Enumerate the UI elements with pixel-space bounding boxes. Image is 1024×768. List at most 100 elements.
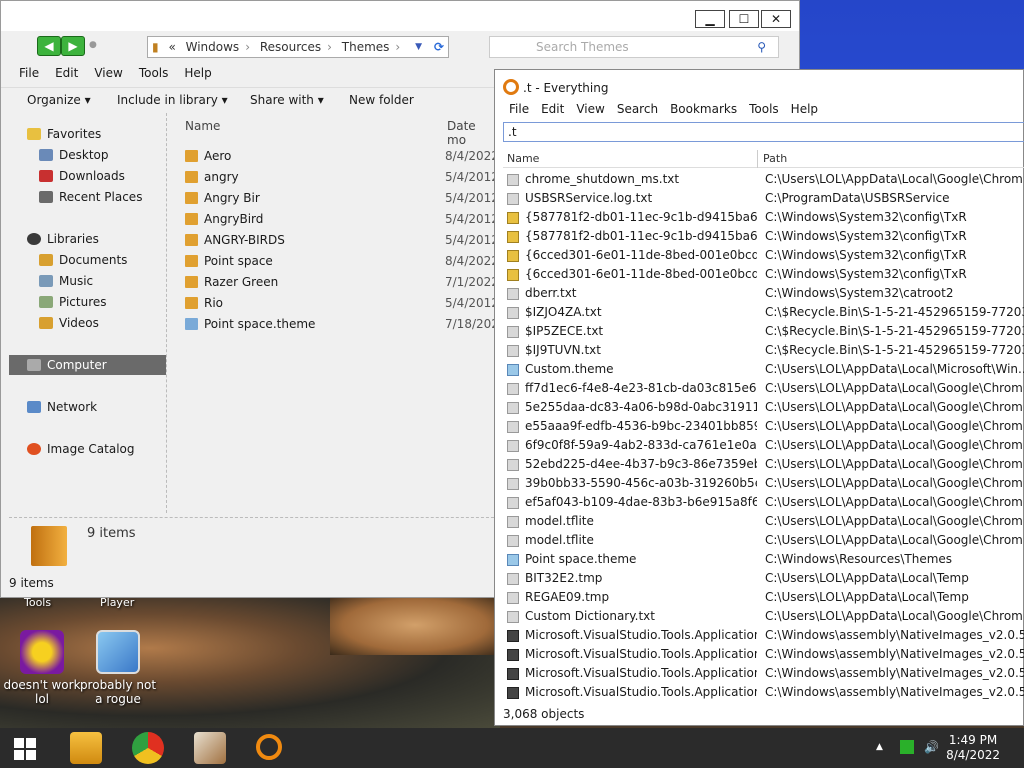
result-row[interactable]: REGAE09.tmp C:\Users\LOL\AppData\Local\Te…: [503, 588, 1024, 607]
nav-network[interactable]: Network: [27, 397, 97, 417]
result-row[interactable]: $IP5ZECE.txt C:\$Recycle.Bin\S-1-5-21-452…: [503, 322, 1024, 341]
result-row[interactable]: {587781f2-db01-11ec-9c1b-d9415ba60566}..…: [503, 227, 1024, 246]
nav-documents[interactable]: Documents: [39, 250, 127, 270]
nav-music[interactable]: Music: [39, 271, 93, 291]
menu-edit[interactable]: Edit: [47, 64, 86, 82]
search-input[interactable]: .t: [503, 122, 1024, 142]
minimize-button[interactable]: ▁: [695, 10, 725, 28]
maximize-button[interactable]: ☐: [729, 10, 759, 28]
nav-image-catalog[interactable]: Image Catalog: [27, 439, 134, 459]
menu-help[interactable]: Help: [785, 102, 824, 116]
forward-button[interactable]: ▶: [61, 36, 85, 56]
menu-view[interactable]: View: [570, 102, 610, 116]
file-row[interactable]: Razer Green 7/1/2022: [185, 272, 499, 293]
result-row[interactable]: {587781f2-db01-11ec-9c1b-d9415ba60566}..…: [503, 208, 1024, 227]
menu-tools[interactable]: Tools: [131, 64, 177, 82]
result-row[interactable]: 52ebd225-d4ee-4b37-b9c3-86e7359eb6a0... C…: [503, 455, 1024, 474]
column-name[interactable]: Name: [507, 152, 539, 165]
result-row[interactable]: Custom Dictionary.txt C:\Users\LOL\AppDat…: [503, 607, 1024, 626]
desktop-icon-yahoo[interactable]: doesn't work lol: [0, 630, 84, 706]
search-icon[interactable]: ⚲: [757, 37, 766, 57]
file-row[interactable]: AngryBird 5/4/2012: [185, 209, 499, 230]
result-row[interactable]: 6f9c0f8f-59a9-4ab2-833d-ca761e1e0aad.t..…: [503, 436, 1024, 455]
result-row[interactable]: Microsoft.VisualStudio.Tools.Application…: [503, 626, 1024, 645]
result-row[interactable]: $IZJO4ZA.txt C:\$Recycle.Bin\S-1-5-21-452…: [503, 303, 1024, 322]
network-tray-icon[interactable]: [900, 740, 914, 754]
search-input[interactable]: Search Themes ⚲: [489, 36, 779, 58]
result-row[interactable]: dberr.txt C:\Windows\System32\catroot2: [503, 284, 1024, 303]
clock[interactable]: 1:49 PM 8/4/2022: [946, 733, 1000, 763]
result-row[interactable]: BIT32E2.tmp C:\Users\LOL\AppData\Local\Te…: [503, 569, 1024, 588]
result-row[interactable]: {6cced301-6e01-11de-8bed-001e0bcd1824...…: [503, 265, 1024, 284]
nav-videos[interactable]: Videos: [39, 313, 99, 333]
result-row[interactable]: 5e255daa-dc83-4a06-b98d-0abc31911f0f.t..…: [503, 398, 1024, 417]
menu-view[interactable]: View: [86, 64, 130, 82]
recent-pages-icon[interactable]: ●: [89, 40, 97, 50]
result-row[interactable]: ef5af043-b109-4dae-83b3-b6e915a8f617.t..…: [503, 493, 1024, 512]
volume-icon[interactable]: 🔊: [924, 740, 939, 754]
result-row[interactable]: model.tflite C:\Users\LOL\AppData\Local\G…: [503, 531, 1024, 550]
status-bar: 3,068 objects: [503, 707, 585, 721]
address-bar[interactable]: ▮ « Windows › Resources › Themes › ▼ ⟳: [147, 36, 449, 58]
file-row[interactable]: Point space.theme 7/18/2022: [185, 314, 507, 335]
desktop-icon-rogue[interactable]: probably not a rogue: [76, 630, 160, 706]
file-row[interactable]: Aero 8/4/2022: [185, 146, 499, 167]
breadcrumb-windows[interactable]: Windows: [186, 40, 240, 54]
file-row[interactable]: angry 5/4/2012: [185, 167, 499, 188]
back-button[interactable]: ◀: [37, 36, 61, 56]
breadcrumb-themes[interactable]: Themes: [342, 40, 390, 54]
include-in-library-button[interactable]: Include in library ▾: [117, 93, 228, 107]
result-row[interactable]: Microsoft.VisualStudio.Tools.Application…: [503, 664, 1024, 683]
column-path[interactable]: Path: [763, 152, 787, 165]
column-date[interactable]: Date mo: [447, 119, 497, 147]
organize-button[interactable]: Organize ▾: [27, 93, 91, 107]
result-row[interactable]: e55aaa9f-edfb-4536-b9bc-23401bb859e9.t..…: [503, 417, 1024, 436]
result-row[interactable]: $IJ9TUVN.txt C:\$Recycle.Bin\S-1-5-21-452…: [503, 341, 1024, 360]
app-taskbar-icon[interactable]: [194, 732, 226, 764]
file-row[interactable]: Point space 8/4/2022: [185, 251, 499, 272]
show-hidden-icons-icon[interactable]: ▲: [876, 742, 883, 752]
file-row[interactable]: ANGRY-BIRDS 5/4/2012: [185, 230, 499, 251]
result-row[interactable]: Microsoft.VisualStudio.Tools.Application…: [503, 645, 1024, 664]
menu-bookmarks[interactable]: Bookmarks: [664, 102, 743, 116]
result-row[interactable]: ff7d1ec6-f4e8-4e23-81cb-da03c815e6da.t..…: [503, 379, 1024, 398]
nav-computer[interactable]: Computer: [9, 355, 166, 375]
chevron-down-icon[interactable]: ▼: [415, 37, 422, 57]
file-row[interactable]: Rio 5/4/2012: [185, 293, 499, 314]
column-name[interactable]: Name: [185, 119, 220, 133]
start-button[interactable]: [14, 738, 36, 760]
result-row[interactable]: chrome_shutdown_ms.txt C:\Users\LOL\AppDa…: [503, 170, 1024, 189]
column-divider[interactable]: [757, 150, 758, 168]
nav-desktop[interactable]: Desktop: [39, 145, 109, 165]
explorer-titlebar[interactable]: ▁ ☐ ✕: [1, 1, 799, 31]
everything-titlebar[interactable]: .t - Everything: [495, 70, 1023, 104]
share-with-button[interactable]: Share with ▾: [250, 93, 324, 107]
menu-edit[interactable]: Edit: [535, 102, 570, 116]
result-row[interactable]: model.tflite C:\Users\LOL\AppData\Local\G…: [503, 512, 1024, 531]
everything-taskbar-icon[interactable]: [256, 734, 282, 760]
result-row[interactable]: 39b0bb33-5590-456c-a03b-319260b5ed82... C…: [503, 474, 1024, 493]
nav-pictures[interactable]: Pictures: [39, 292, 107, 312]
nav-favorites[interactable]: Favorites: [27, 124, 101, 144]
file-row[interactable]: Angry Bir 5/4/2012: [185, 188, 499, 209]
menu-help[interactable]: Help: [176, 64, 219, 82]
file-explorer-taskbar-icon[interactable]: [70, 732, 102, 764]
nav-libraries[interactable]: Libraries: [27, 229, 99, 249]
new-folder-button[interactable]: New folder: [349, 93, 414, 107]
breadcrumb-resources[interactable]: Resources: [260, 40, 321, 54]
result-row[interactable]: USBSRService.log.txt C:\ProgramData\USBSR…: [503, 189, 1024, 208]
result-row[interactable]: {6cced301-6e01-11de-8bed-001e0bcd1824...…: [503, 246, 1024, 265]
result-row[interactable]: Microsoft.VisualStudio.Tools.Application…: [503, 683, 1024, 702]
chrome-taskbar-icon[interactable]: [132, 732, 164, 764]
nav-downloads[interactable]: Downloads: [39, 166, 125, 186]
menu-tools[interactable]: Tools: [743, 102, 785, 116]
nav-recent-places[interactable]: Recent Places: [39, 187, 142, 207]
close-button[interactable]: ✕: [761, 10, 791, 28]
menu-search[interactable]: Search: [611, 102, 664, 116]
menu-file[interactable]: File: [503, 102, 535, 116]
result-row[interactable]: Point space.theme C:\Windows\Resources\Th…: [503, 550, 1024, 569]
refresh-icon[interactable]: ⟳: [434, 37, 444, 57]
result-row[interactable]: Custom.theme C:\Users\LOL\AppData\Local\M…: [503, 360, 1024, 379]
menu-file[interactable]: File: [1, 64, 47, 82]
dll-icon: [507, 630, 519, 642]
